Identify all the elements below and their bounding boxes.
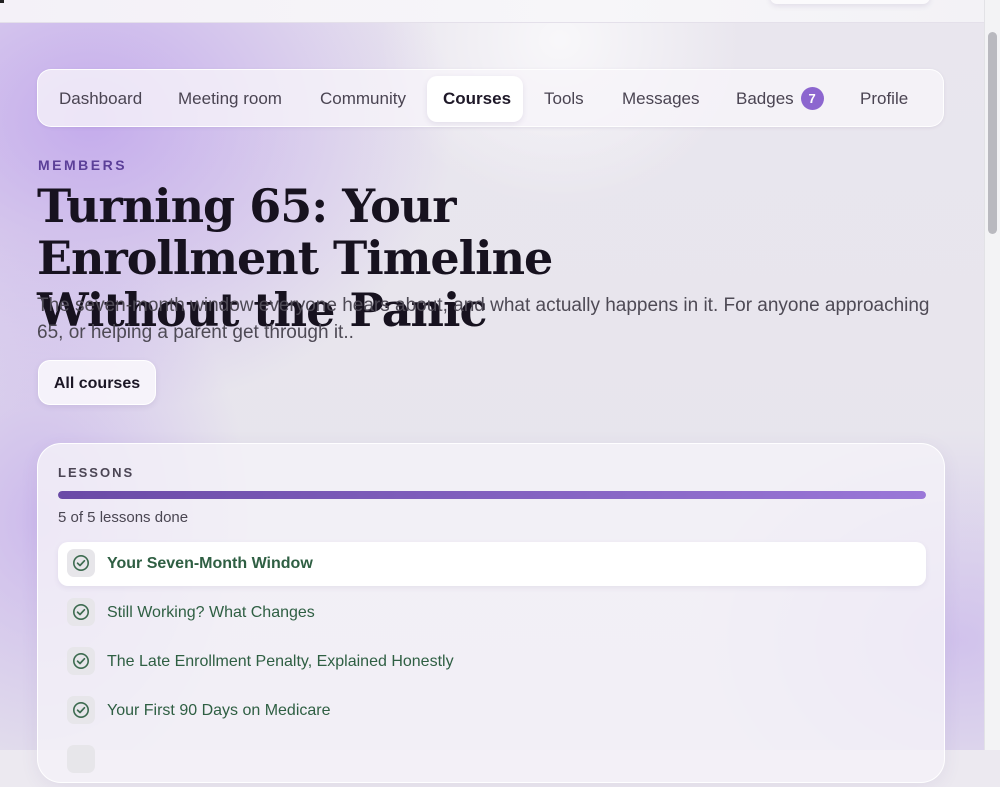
nav-item-dashboard[interactable]: Dashboard	[43, 76, 158, 122]
corner-mark	[0, 0, 4, 3]
lessons-label: LESSONS	[58, 465, 135, 480]
lesson-item[interactable]: Your First 90 Days on Medicare	[58, 689, 926, 733]
lesson-item[interactable]: The Late Enrollment Penalty, Explained H…	[58, 640, 926, 684]
check-circle-icon	[67, 549, 95, 577]
check-circle-icon	[67, 647, 95, 675]
nav-item-badges-label: Badges	[736, 89, 794, 108]
scrollbar-thumb[interactable]	[988, 32, 997, 234]
all-courses-button[interactable]: All courses	[38, 360, 156, 405]
nav-item-tools[interactable]: Tools	[528, 76, 600, 122]
nav-item-courses[interactable]: Courses	[427, 76, 523, 122]
lesson-item-partial[interactable]	[58, 738, 926, 782]
nav-item-messages[interactable]: Messages	[606, 76, 715, 122]
main-nav: Dashboard Meeting room Community Courses…	[37, 69, 944, 127]
lesson-title: Your Seven-Month Window	[107, 555, 313, 572]
lesson-item[interactable]: Your Seven-Month Window	[58, 542, 926, 586]
lesson-title: Still Working? What Changes	[107, 604, 315, 621]
page-subtitle: The seven-month window everyone hears ab…	[37, 295, 930, 343]
badges-count-badge: 7	[800, 87, 824, 110]
lessons-progress-bar	[58, 491, 926, 499]
lesson-item[interactable]: Still Working? What Changes	[58, 591, 926, 635]
nav-item-badges[interactable]: Badges 7	[720, 76, 840, 122]
lesson-list: Your Seven-Month Window Still Working? W…	[58, 542, 926, 787]
lessons-progress-fill	[58, 491, 926, 499]
check-circle-icon	[67, 598, 95, 626]
lessons-card: LESSONS 5 of 5 lessons done Your Seven-M…	[37, 443, 945, 783]
lesson-title: The Late Enrollment Penalty, Explained H…	[107, 653, 454, 670]
nav-item-community[interactable]: Community	[304, 76, 422, 122]
check-circle-icon	[67, 696, 95, 724]
top-strip	[0, 0, 985, 23]
lesson-title: Your First 90 Days on Medicare	[107, 702, 331, 719]
nav-item-profile[interactable]: Profile	[844, 76, 924, 122]
check-circle-icon	[67, 745, 95, 773]
top-strip-pill	[770, 0, 930, 4]
section-eyebrow: MEMBERS	[38, 157, 128, 173]
lessons-progress-text: 5 of 5 lessons done	[58, 509, 189, 526]
vertical-scrollbar[interactable]	[984, 0, 1000, 750]
nav-item-meeting-room[interactable]: Meeting room	[162, 76, 298, 122]
